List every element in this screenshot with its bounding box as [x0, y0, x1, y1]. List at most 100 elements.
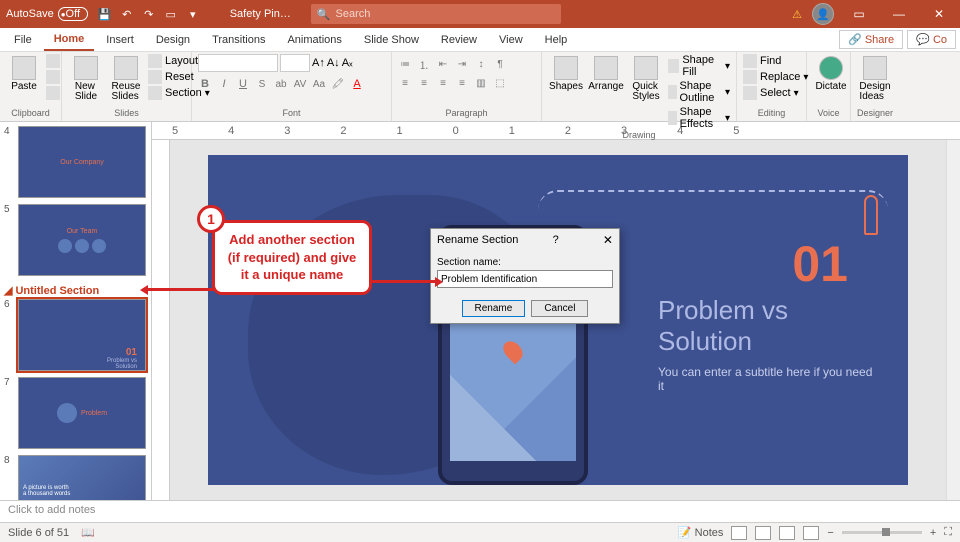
italic-button[interactable]: I — [217, 77, 231, 91]
comments-button[interactable]: 💬 Co — [907, 30, 956, 49]
align-left-button[interactable]: ≡ — [398, 76, 412, 90]
slide-title[interactable]: Problem vs Solution — [658, 295, 878, 357]
minimize-button[interactable]: — — [884, 7, 914, 21]
zoom-slider[interactable] — [842, 531, 922, 534]
rename-button[interactable]: Rename — [462, 300, 526, 317]
fit-window-button[interactable]: ⛶ — [944, 526, 952, 539]
smartart-button[interactable]: ⬚ — [493, 76, 507, 90]
tab-animations[interactable]: Animations — [277, 30, 351, 50]
align-right-button[interactable]: ≡ — [436, 76, 450, 90]
tab-transitions[interactable]: Transitions — [202, 30, 275, 50]
bullets-button[interactable]: ≔ — [398, 57, 412, 71]
zoom-out-button[interactable]: − — [827, 527, 833, 539]
indent-dec-button[interactable]: ⇤ — [436, 57, 450, 71]
slide-thumb-5[interactable]: Our Team — [18, 204, 146, 276]
tab-view[interactable]: View — [489, 30, 533, 50]
tab-slideshow[interactable]: Slide Show — [354, 30, 429, 50]
increase-font-icon[interactable]: A↑ — [312, 57, 325, 69]
numbering-button[interactable]: ⒈ — [417, 57, 431, 71]
case-button[interactable]: Aa — [312, 77, 326, 91]
slide-thumb-6[interactable]: 01Problem vs Solution — [18, 299, 146, 371]
find-button[interactable]: Find — [743, 54, 808, 68]
autosave-toggle[interactable]: AutoSave ● Off — [6, 7, 88, 21]
redo-icon[interactable]: ↷ — [142, 7, 156, 21]
slide-subtitle[interactable]: You can enter a subtitle here if you nee… — [658, 365, 878, 393]
dictate-button[interactable]: Dictate — [813, 54, 849, 94]
clear-format-icon[interactable]: Aₓ — [342, 57, 353, 69]
reuse-slides-button[interactable]: Reuse Slides — [108, 54, 144, 104]
bold-button[interactable]: B — [198, 77, 212, 91]
group-slides-label: Slides — [68, 108, 185, 119]
help-icon[interactable]: ? — [553, 234, 559, 246]
arrange-button[interactable]: Arrange — [588, 54, 624, 94]
format-painter-button[interactable] — [46, 86, 60, 100]
qat-more-icon[interactable]: ▾ — [186, 7, 200, 21]
tab-file[interactable]: File — [4, 30, 42, 50]
shape-outline-button[interactable]: Shape Outline ▾ — [668, 80, 730, 104]
design-ideas-button[interactable]: Design Ideas — [857, 54, 893, 104]
cut-button[interactable] — [46, 54, 60, 68]
justify-button[interactable]: ≡ — [455, 76, 469, 90]
quick-styles-button[interactable]: Quick Styles — [628, 54, 664, 104]
reading-view-button[interactable] — [779, 526, 795, 540]
user-avatar[interactable]: 👤 — [812, 3, 834, 25]
shape-fill-button[interactable]: Shape Fill ▾ — [668, 54, 730, 78]
sorter-view-button[interactable] — [755, 526, 771, 540]
zoom-in-button[interactable]: + — [930, 527, 936, 539]
tab-review[interactable]: Review — [431, 30, 487, 50]
warning-icon[interactable]: ⚠ — [792, 8, 802, 21]
tab-home[interactable]: Home — [44, 29, 95, 51]
section-name-input[interactable] — [437, 270, 613, 288]
close-button[interactable]: ✕ — [924, 7, 954, 21]
slide-thumb-8[interactable]: A picture is worth a thousand words — [18, 455, 146, 500]
notes-toggle[interactable]: 📝 Notes — [678, 526, 724, 539]
highlight-button[interactable]: 🖍 — [331, 77, 345, 91]
underline-button[interactable]: U — [236, 77, 250, 91]
strike-button[interactable]: S — [255, 77, 269, 91]
notes-pane[interactable]: Click to add notes — [0, 500, 960, 522]
slideshow-view-button[interactable] — [803, 526, 819, 540]
document-title[interactable]: Safety Pin… — [230, 8, 291, 20]
undo-icon[interactable]: ↶ — [120, 7, 134, 21]
decrease-font-icon[interactable]: A↓ — [327, 57, 340, 69]
autosave-state[interactable]: ● Off — [58, 7, 88, 21]
save-icon[interactable]: 💾 — [98, 7, 112, 21]
font-name-select[interactable] — [198, 54, 278, 72]
indent-inc-button[interactable]: ⇥ — [455, 57, 469, 71]
shadow-button[interactable]: ab — [274, 77, 288, 91]
line-spacing-button[interactable]: ↕ — [474, 57, 488, 71]
slide-thumb-4[interactable]: Our Company — [18, 126, 146, 198]
select-button[interactable]: Select ▾ — [743, 86, 808, 100]
collapse-icon[interactable]: ◢ — [4, 284, 12, 297]
tab-help[interactable]: Help — [535, 30, 578, 50]
start-icon[interactable]: ▭ — [164, 7, 178, 21]
cancel-button[interactable]: Cancel — [531, 300, 588, 317]
columns-button[interactable]: ▥ — [474, 76, 488, 90]
vertical-scrollbar[interactable] — [946, 140, 960, 500]
slide-counter[interactable]: Slide 6 of 51 — [8, 527, 69, 539]
align-center-button[interactable]: ≡ — [417, 76, 431, 90]
callout-arrow-right — [370, 280, 440, 283]
share-button[interactable]: 🔗 Share — [839, 30, 903, 49]
normal-view-button[interactable] — [731, 526, 747, 540]
slide-thumbnail-panel[interactable]: 4Our Company 5Our Team ◢Untitled Section… — [0, 122, 152, 500]
replace-button[interactable]: Replace ▾ — [743, 70, 808, 84]
font-color-button[interactable]: A — [350, 77, 364, 91]
slide-thumb-7[interactable]: Problem — [18, 377, 146, 449]
section-header[interactable]: ◢Untitled Section — [4, 282, 147, 299]
spacing-button[interactable]: AV — [293, 77, 307, 91]
copy-button[interactable] — [46, 70, 60, 84]
tab-insert[interactable]: Insert — [96, 30, 144, 50]
new-slide-button[interactable]: New Slide — [68, 54, 104, 104]
paste-button[interactable]: Paste — [6, 54, 42, 94]
font-size-select[interactable] — [280, 54, 310, 72]
tab-design[interactable]: Design — [146, 30, 200, 50]
spellcheck-icon[interactable]: 📖 — [81, 526, 95, 539]
close-icon[interactable]: ✕ — [603, 233, 613, 247]
text-direction-button[interactable]: ¶ — [493, 57, 507, 71]
shapes-button[interactable]: Shapes — [548, 54, 584, 94]
search-box[interactable]: 🔍 Search — [311, 4, 561, 24]
slide-number-text[interactable]: 01 — [792, 235, 848, 293]
shape-effects-button[interactable]: Shape Effects ▾ — [668, 106, 730, 130]
ribbon-mode-icon[interactable]: ▭ — [844, 7, 874, 21]
